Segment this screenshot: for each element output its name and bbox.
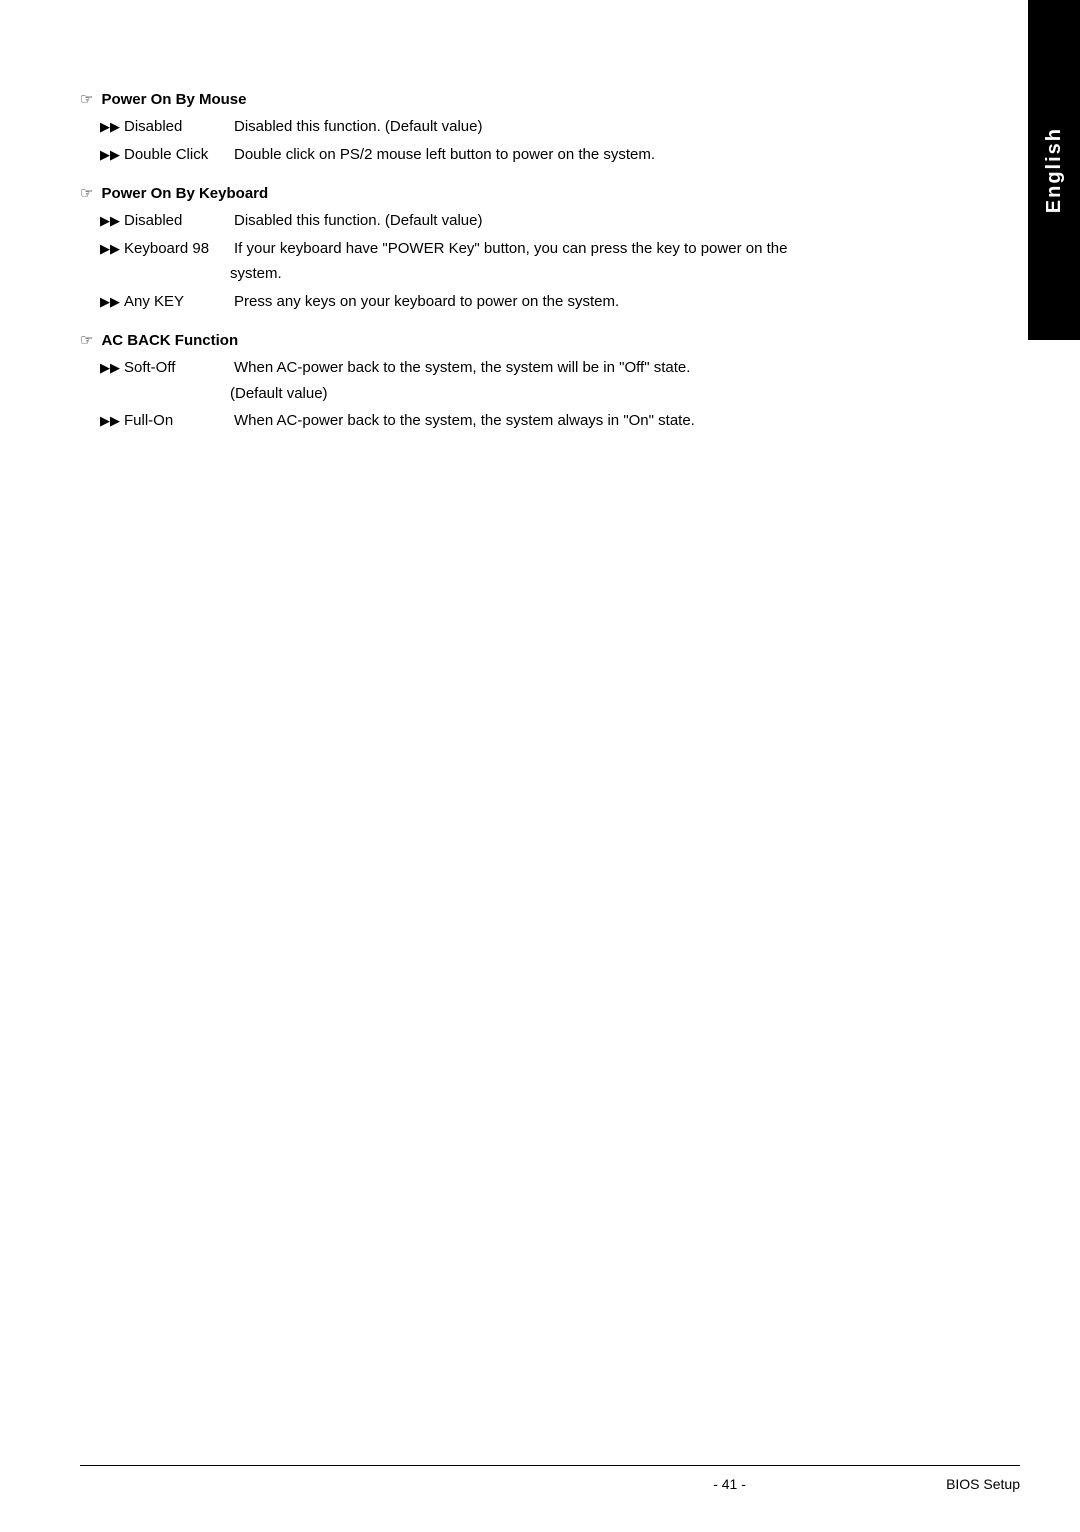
content-area: ☞ Power On By Mouse ▶▶ Disabled Disabled… xyxy=(80,60,940,433)
section-heading-ac-back: AC BACK Function xyxy=(101,332,238,349)
sidebar-label: English xyxy=(1043,127,1066,213)
section-title-power-on-by-mouse: ☞ Power On By Mouse xyxy=(80,90,940,108)
section-heading-keyboard: Power On By Keyboard xyxy=(101,185,268,202)
item-label: Disabled xyxy=(124,210,234,233)
footer-page-number: - 41 - xyxy=(513,1476,946,1492)
arrow-icon: ▶▶ xyxy=(100,117,120,139)
item-label: Any KEY xyxy=(124,291,234,314)
arrow-icon: ▶▶ xyxy=(100,411,120,433)
list-item: ▶▶ Double Click Double click on PS/2 mou… xyxy=(100,144,940,167)
item-list-keyboard: ▶▶ Disabled Disabled this function. (Def… xyxy=(80,210,940,313)
arrow-icon: ▶▶ xyxy=(100,145,120,167)
arrow-icon: ▶▶ xyxy=(100,239,120,261)
item-label: Full-On xyxy=(124,410,234,433)
section-icon-keyboard: ☞ xyxy=(80,184,93,202)
arrow-icon: ▶▶ xyxy=(100,292,120,314)
footer-title: BIOS Setup xyxy=(946,1476,1020,1492)
item-label: Disabled xyxy=(124,116,234,139)
item-desc-continued: (Default value) xyxy=(100,383,940,406)
item-desc: Disabled this function. (Default value) xyxy=(234,116,482,139)
item-list-ac-back: ▶▶ Soft-Off When AC-power back to the sy… xyxy=(80,357,940,433)
arrow-icon: ▶▶ xyxy=(100,358,120,380)
item-label: Double Click xyxy=(124,144,234,167)
item-label: Soft-Off xyxy=(124,357,234,380)
section-heading-mouse: Power On By Mouse xyxy=(101,91,246,108)
section-ac-back-function: ☞ AC BACK Function ▶▶ Soft-Off When AC-p… xyxy=(80,331,940,433)
list-item: ▶▶ Full-On When AC-power back to the sys… xyxy=(100,410,940,433)
list-item: ▶▶ Disabled Disabled this function. (Def… xyxy=(100,116,940,139)
sidebar-english: English xyxy=(1028,0,1080,340)
item-label: Keyboard 98 xyxy=(124,238,234,261)
section-icon-mouse: ☞ xyxy=(80,90,93,108)
item-desc: When AC-power back to the system, the sy… xyxy=(234,410,695,433)
footer: - 41 - BIOS Setup xyxy=(80,1465,1020,1492)
list-item: ▶▶ Keyboard 98 If your keyboard have "PO… xyxy=(100,238,940,261)
list-item: ▶▶ Any KEY Press any keys on your keyboa… xyxy=(100,291,940,314)
list-item: ▶▶ Disabled Disabled this function. (Def… xyxy=(100,210,940,233)
section-title-keyboard: ☞ Power On By Keyboard xyxy=(80,184,940,202)
page-container: English ☞ Power On By Mouse ▶▶ Disabled … xyxy=(0,0,1080,1532)
item-desc: Disabled this function. (Default value) xyxy=(234,210,482,233)
item-desc: Double click on PS/2 mouse left button t… xyxy=(234,144,655,167)
item-desc: Press any keys on your keyboard to power… xyxy=(234,291,619,314)
item-desc: If your keyboard have "POWER Key" button… xyxy=(234,238,787,261)
section-icon-ac-back: ☞ xyxy=(80,331,93,349)
section-power-on-by-mouse: ☞ Power On By Mouse ▶▶ Disabled Disabled… xyxy=(80,90,940,166)
section-power-on-by-keyboard: ☞ Power On By Keyboard ▶▶ Disabled Disab… xyxy=(80,184,940,313)
arrow-icon: ▶▶ xyxy=(100,211,120,233)
item-desc-continued: system. xyxy=(100,263,940,286)
item-desc: When AC-power back to the system, the sy… xyxy=(234,357,690,380)
section-title-ac-back: ☞ AC BACK Function xyxy=(80,331,940,349)
item-list-mouse: ▶▶ Disabled Disabled this function. (Def… xyxy=(80,116,940,166)
list-item: ▶▶ Soft-Off When AC-power back to the sy… xyxy=(100,357,940,380)
